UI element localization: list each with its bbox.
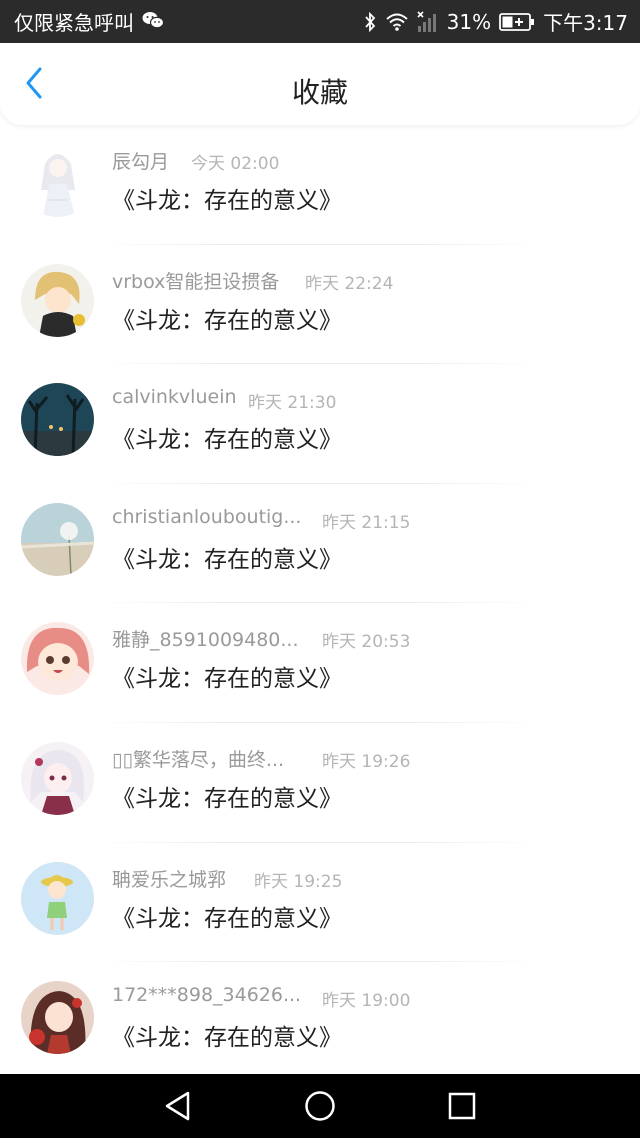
avatar[interactable]: [21, 263, 94, 337]
avatar[interactable]: [21, 622, 94, 696]
user-name: 聃爱乐之城郛: [112, 868, 227, 891]
cartoon-straw-hat-girl-avatar: [21, 861, 94, 935]
item-title: 《斗龙：存在的意义》: [112, 188, 342, 214]
signal-icon: [417, 10, 439, 33]
user-name: christianlouboutig...: [112, 505, 302, 528]
item-title: 《斗龙：存在的意义》: [112, 427, 342, 454]
item-title: 《斗龙：存在的意义》: [112, 666, 342, 693]
recents-square-icon: [448, 1092, 476, 1120]
list-item[interactable]: calvinkvluein 昨天 21:30 《斗龙：存在的意义》: [0, 364, 640, 484]
clock: 下午3:17: [543, 11, 628, 35]
list-item[interactable]: 聃爱乐之城郛 昨天 19:25 《斗龙：存在的意义》: [0, 843, 640, 963]
list-item[interactable]: 辰勾月 今天 02:00 《斗龙：存在的意义》: [0, 125, 640, 245]
header: 收藏: [0, 43, 640, 125]
wechat-icon: [142, 10, 165, 34]
item-title: 《斗龙：存在的意义》: [112, 785, 342, 812]
home-circle-icon: [305, 1091, 335, 1121]
user-name: 雅静_8591009480...: [112, 629, 299, 652]
battery-icon: [499, 12, 535, 32]
anime-blonde-boy-avatar: [21, 263, 94, 337]
avatar[interactable]: [21, 144, 94, 217]
anime-red-flower-avatar: [21, 981, 94, 1055]
timestamp: 昨天 21:30: [248, 393, 337, 414]
page-title: 收藏: [291, 76, 348, 109]
avatar[interactable]: [21, 383, 94, 457]
back-triangle-icon: [165, 1091, 190, 1121]
list-item[interactable]: 172***898_34626... 昨天 19:00 《斗龙：存在的意义》: [0, 962, 640, 1082]
item-title: 《斗龙：存在的意义》: [112, 307, 342, 334]
timestamp: 今天 02:00: [191, 154, 280, 174]
nav-recents-button[interactable]: [446, 1090, 478, 1122]
list-item[interactable]: christianlouboutig... 昨天 21:15 《斗龙：存在的意义…: [0, 484, 640, 604]
item-title: 《斗龙：存在的意义》: [112, 1025, 342, 1052]
status-bar: 仅限紧急呼叫 31% 下午3:17: [0, 0, 640, 43]
item-title: 《斗龙：存在的意义》: [112, 905, 342, 932]
timestamp: 昨天 20:53: [322, 632, 411, 653]
wifi-icon: [385, 12, 409, 32]
anime-white-hair-avatar: [21, 741, 94, 815]
list-item[interactable]: vrbox智能担设掼备 昨天 22:24 《斗龙：存在的意义》: [0, 245, 640, 365]
bluetooth-icon: [363, 11, 377, 32]
timestamp: 昨天 19:26: [322, 751, 411, 772]
night-street-avatar: [21, 383, 94, 457]
anime-pink-hair-avatar: [21, 622, 94, 696]
avatar[interactable]: [21, 981, 94, 1055]
nav-back-button[interactable]: [162, 1090, 194, 1122]
favorites-list: 辰勾月 今天 02:00 《斗龙：存在的意义》 vrbox智能担设掼备 昨天 2…: [0, 125, 640, 1082]
carrier-text: 仅限紧急呼叫: [14, 11, 134, 35]
avatar[interactable]: [21, 502, 94, 576]
system-navigation-bar: [0, 1074, 640, 1138]
timestamp: 昨天 22:24: [305, 273, 394, 294]
avatar[interactable]: [21, 861, 94, 935]
list-item[interactable]: 雅静_8591009480... 昨天 20:53 《斗龙：存在的意义》: [0, 603, 640, 723]
user-name: calvinkvluein: [112, 386, 237, 409]
user-name: ▯▯繁华落尽，曲终...: [112, 748, 285, 771]
anime-white-dress-avatar: [21, 144, 94, 217]
battery-percent: 31%: [446, 9, 492, 34]
avatar[interactable]: [21, 741, 94, 815]
user-name: 辰勾月: [112, 151, 170, 173]
list-item[interactable]: ▯▯繁华落尽，曲终... 昨天 19:26 《斗龙：存在的意义》: [0, 723, 640, 843]
user-name: vrbox智能担设掼备: [112, 270, 280, 293]
dandelion-beach-avatar: [21, 502, 94, 576]
timestamp: 昨天 21:15: [322, 512, 411, 533]
item-title: 《斗龙：存在的意义》: [112, 546, 342, 573]
nav-home-button[interactable]: [304, 1090, 336, 1122]
timestamp: 昨天 19:25: [254, 871, 343, 892]
user-name: 172***898_34626...: [112, 984, 302, 1007]
timestamp: 昨天 19:00: [322, 991, 411, 1012]
